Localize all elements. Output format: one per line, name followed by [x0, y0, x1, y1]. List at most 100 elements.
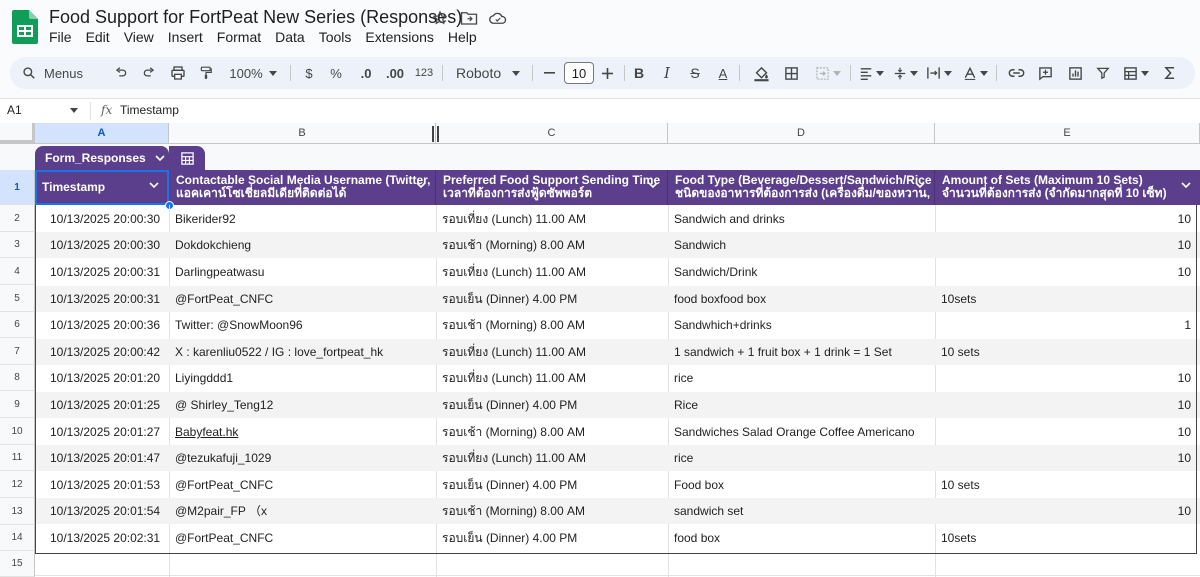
row-header-10[interactable]: 10: [0, 418, 35, 445]
percent-format-button[interactable]: %: [327, 57, 345, 89]
select-all-corner[interactable]: [0, 123, 36, 144]
amount-number-cell[interactable]: 10: [1135, 419, 1197, 445]
food-type-cell[interactable]: sandwich set: [668, 498, 935, 524]
amount-text-cell[interactable]: [935, 206, 1135, 232]
food-type-cell[interactable]: rice: [668, 445, 935, 471]
timestamp-cell[interactable]: 10/13/2025 20:00:30: [44, 206, 169, 232]
food-type-cell[interactable]: Sandwich and drinks: [668, 206, 935, 232]
row-header-1[interactable]: 1: [0, 170, 35, 205]
amount-text-cell[interactable]: [935, 365, 1135, 391]
username-cell[interactable]: Dokdokchieng: [169, 232, 436, 258]
table-row[interactable]: 10/13/2025 20:00:30 Bikerider92 รอบเที่ย…: [35, 206, 1200, 232]
column-header-e[interactable]: E: [935, 123, 1200, 144]
food-type-cell[interactable]: rice: [668, 365, 935, 391]
amount-number-cell[interactable]: 10: [1135, 232, 1197, 258]
vertical-align-button[interactable]: [890, 57, 920, 89]
amount-number-cell[interactable]: 10: [1135, 206, 1197, 232]
sending-time-cell[interactable]: รอบเช้า (Morning) 8.00 AM: [436, 232, 668, 258]
amount-number-cell[interactable]: 10: [1135, 445, 1197, 471]
food-type-cell[interactable]: Sandwhich+drinks: [668, 312, 935, 338]
row-header-4[interactable]: 4: [0, 258, 35, 285]
username-cell[interactable]: Twitter: @SnowMoon96: [169, 312, 436, 338]
table-row[interactable]: 10/13/2025 20:01:25 @ Shirley_Teng12 รอบ…: [35, 392, 1200, 418]
row-header-13[interactable]: 13: [0, 498, 35, 525]
merge-cells-button[interactable]: [810, 57, 846, 89]
sending-time-cell[interactable]: รอบเช้า (Morning) 8.00 AM: [436, 419, 668, 445]
table-row[interactable]: 10/13/2025 20:01:47 @tezukafuji_1029 รอบ…: [35, 445, 1200, 471]
table-row[interactable]: 10/13/2025 20:00:31 Darlingpeatwasu รอบเ…: [35, 259, 1200, 285]
timestamp-cell[interactable]: 10/13/2025 20:01:54: [44, 498, 169, 524]
username-link-cell[interactable]: Babyfeat.hk: [169, 419, 436, 445]
print-button[interactable]: [167, 57, 189, 89]
insert-link-button[interactable]: [1006, 57, 1026, 89]
menu-extensions[interactable]: Extensions: [365, 29, 440, 45]
menu-format[interactable]: Format: [217, 29, 268, 45]
name-box-dropdown-icon[interactable]: [70, 108, 78, 113]
table-row[interactable]: 10/13/2025 20:00:31 @FortPeat_CNFC รอบเย…: [35, 286, 1200, 312]
row-header-7[interactable]: 7: [0, 338, 35, 365]
row-header-6[interactable]: 6: [0, 312, 35, 338]
amount-text-cell[interactable]: [935, 419, 1135, 445]
table-name-tab[interactable]: Form_Responses: [35, 146, 169, 170]
username-cell[interactable]: @tezukafuji_1029: [169, 445, 436, 471]
header-cell-amount[interactable]: Amount of Sets (Maximum 10 Sets) จำนวนที…: [935, 170, 1200, 205]
header-cell-sending-time[interactable]: Preferred Food Support Sending Time เวลา…: [436, 170, 668, 205]
timestamp-cell[interactable]: 10/13/2025 20:01:20: [44, 365, 169, 391]
food-type-cell[interactable]: Sandwiches Salad Orange Coffee Americano: [668, 419, 935, 445]
timestamp-cell[interactable]: 10/13/2025 20:01:27: [44, 419, 169, 445]
username-cell[interactable]: X : karenliu0522 / IG : love_fortpeat_hk: [169, 339, 436, 365]
sending-time-cell[interactable]: รอบเย็น (Dinner) 4.00 PM: [436, 525, 668, 551]
menu-file[interactable]: File: [49, 29, 79, 45]
timestamp-cell[interactable]: 10/13/2025 20:00:36: [44, 312, 169, 338]
username-cell[interactable]: @FortPeat_CNFC: [169, 286, 436, 312]
row-header-9[interactable]: 9: [0, 391, 35, 418]
sending-time-cell[interactable]: รอบเย็น (Dinner) 4.00 PM: [436, 286, 668, 312]
username-cell[interactable]: Bikerider92: [169, 206, 436, 232]
amount-text-cell[interactable]: [935, 498, 1135, 524]
header-cell-food-type[interactable]: Food Type (Beverage/Dessert/Sandwich/Ric…: [668, 170, 935, 205]
food-type-cell[interactable]: Sandwich/Drink: [668, 259, 935, 285]
sending-time-cell[interactable]: รอบเช้า (Morning) 8.00 AM: [436, 498, 668, 524]
menu-insert[interactable]: Insert: [168, 29, 210, 45]
undo-button[interactable]: [110, 57, 132, 89]
strikethrough-button[interactable]: S: [686, 57, 704, 89]
timestamp-cell[interactable]: 10/13/2025 20:01:47: [44, 445, 169, 471]
column-header-a[interactable]: A: [35, 123, 169, 144]
sending-time-cell[interactable]: รอบเที่ยง (Lunch) 11.00 AM: [436, 339, 668, 365]
table-row[interactable]: 10/13/2025 20:01:20 Liyingddd1 รอบเที่ยง…: [35, 365, 1200, 391]
row-header-8[interactable]: 8: [0, 365, 35, 391]
font-select[interactable]: Roboto: [450, 57, 526, 89]
menus-search[interactable]: Menus: [22, 57, 104, 89]
timestamp-cell[interactable]: 10/13/2025 20:01:53: [44, 472, 169, 498]
menu-view[interactable]: View: [124, 29, 161, 45]
menu-help[interactable]: Help: [448, 29, 484, 45]
username-cell[interactable]: @ Shirley_Teng12: [169, 392, 436, 418]
table-row[interactable]: 10/13/2025 20:02:31 @FortPeat_CNFC รอบเย…: [35, 525, 1200, 551]
amount-number-cell[interactable]: 10: [1135, 498, 1197, 524]
food-type-cell[interactable]: 1 sandwich + 1 fruit box + 1 drink = 1 S…: [668, 339, 935, 365]
sending-time-cell[interactable]: รอบเที่ยง (Lunch) 11.00 AM: [436, 206, 668, 232]
star-icon[interactable]: [431, 9, 449, 27]
timestamp-cell[interactable]: 10/13/2025 20:00:31: [44, 259, 169, 285]
chevron-down-icon[interactable]: [416, 182, 426, 188]
italic-button[interactable]: I: [658, 57, 676, 89]
column-header-b[interactable]: B: [169, 123, 436, 144]
amount-number-cell[interactable]: 1: [1135, 312, 1197, 338]
table-row[interactable]: 10/13/2025 20:00:36 Twitter: @SnowMoon96…: [35, 312, 1200, 338]
table-view-button[interactable]: [1120, 57, 1152, 89]
sending-time-cell[interactable]: รอบเย็น (Dinner) 4.00 PM: [436, 392, 668, 418]
insert-comment-button[interactable]: [1035, 57, 1055, 89]
sending-time-cell[interactable]: รอบเช้า (Morning) 8.00 AM: [436, 312, 668, 338]
table-row[interactable]: 10/13/2025 20:00:30 Dokdokchieng รอบเช้า…: [35, 232, 1200, 258]
row-header-2[interactable]: 2: [0, 205, 35, 232]
amount-number-cell[interactable]: [1135, 339, 1197, 365]
sending-time-cell[interactable]: รอบเที่ยง (Lunch) 11.00 AM: [436, 365, 668, 391]
amount-number-cell[interactable]: 10: [1135, 365, 1197, 391]
text-wrap-button[interactable]: [924, 57, 954, 89]
amount-text-cell[interactable]: [935, 232, 1135, 258]
username-cell[interactable]: Darlingpeatwasu: [169, 259, 436, 285]
food-type-cell[interactable]: food box: [668, 525, 935, 551]
row-header-14[interactable]: 14: [0, 525, 35, 551]
amount-number-cell[interactable]: 10: [1135, 392, 1197, 418]
row-header-15[interactable]: 15: [0, 551, 35, 577]
